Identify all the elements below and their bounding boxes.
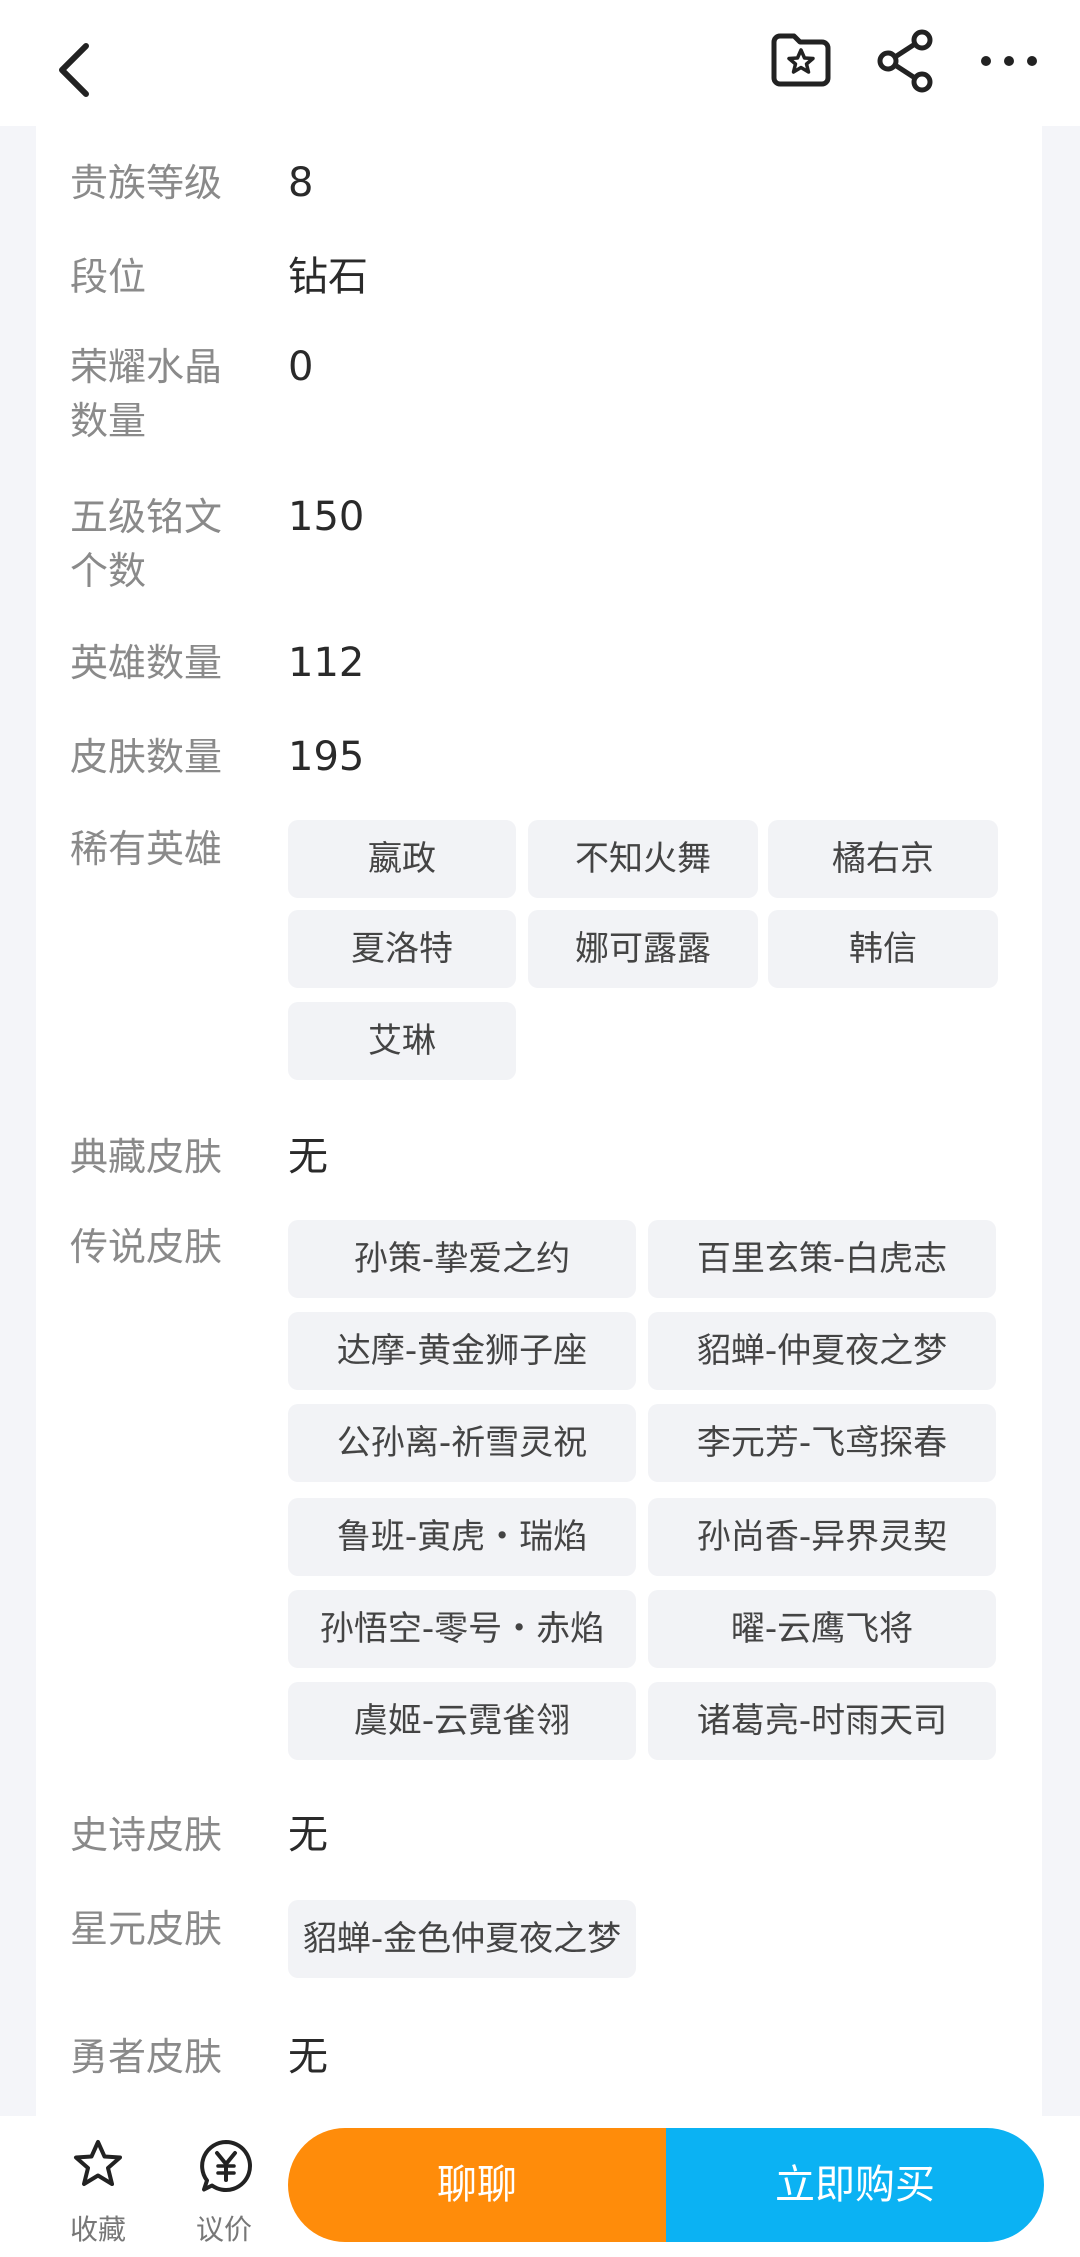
epic-skins-label: 史诗皮肤	[70, 1813, 223, 1857]
chat-button[interactable]: 聊聊	[288, 2128, 666, 2242]
epic-skins-value: 无	[288, 1812, 328, 1858]
share-button[interactable]	[866, 22, 944, 100]
legend-skin-tag: 孙策-挚爱之约	[288, 1220, 636, 1298]
star-skins-label: 星元皮肤	[70, 1907, 223, 1951]
legend-skin-tag: 孙尚香-异界灵契	[648, 1498, 996, 1576]
back-button[interactable]	[46, 34, 106, 104]
rare-hero-tag: 夏洛特	[288, 910, 516, 988]
glory-crystal-label-line2: 数量	[70, 399, 147, 443]
rank-label: 段位	[70, 255, 147, 299]
brave-skins-label: 勇者皮肤	[70, 2035, 223, 2079]
inscription-label-line1: 五级铭文	[70, 495, 223, 539]
skin-count-label: 皮肤数量	[70, 735, 223, 779]
legend-skin-tag: 公孙离-祈雪灵祝	[288, 1404, 636, 1482]
hero-count-label: 英雄数量	[70, 641, 223, 685]
star-skin-tag: 貂蝉-金色仲夏夜之梦	[288, 1900, 636, 1978]
hero-count-value: 112	[288, 640, 365, 686]
noble-level-label: 贵族等级	[70, 161, 223, 205]
legend-skins-label: 传说皮肤	[70, 1225, 223, 1269]
rare-hero-tag: 艾琳	[288, 1002, 516, 1080]
rare-heroes-label: 稀有英雄	[70, 827, 223, 871]
buy-now-button[interactable]: 立即购买	[666, 2128, 1044, 2242]
inscription-value: 150	[288, 494, 365, 540]
legend-skin-tag: 李元芳-飞鸢探春	[648, 1404, 996, 1482]
collection-skins-label: 典藏皮肤	[70, 1135, 223, 1179]
more-button[interactable]	[970, 22, 1048, 100]
collection-skins-value: 无	[288, 1134, 328, 1180]
legend-skin-tag: 鲁班-寅虎・瑞焰	[288, 1498, 636, 1576]
legend-skin-tag: 百里玄策-白虎志	[648, 1220, 996, 1298]
legend-skin-tag: 达摩-黄金狮子座	[288, 1312, 636, 1390]
rank-value: 钻石	[288, 254, 368, 300]
rare-hero-tag: 嬴政	[288, 820, 516, 898]
favorite-button[interactable]: 收藏	[48, 2116, 148, 2257]
glory-crystal-value: 0	[288, 344, 314, 390]
glory-crystal-label-line1: 荣耀水晶	[70, 345, 223, 389]
bargain-button[interactable]: 议价	[174, 2116, 274, 2257]
brave-skins-value: 无	[288, 2034, 328, 2080]
star-icon	[74, 2140, 122, 2186]
top-nav-bar	[0, 0, 1080, 126]
rare-hero-tag: 橘右京	[768, 820, 998, 898]
legend-skin-tag: 曜-云鹰飞将	[648, 1590, 996, 1668]
noble-level-value: 8	[288, 160, 314, 206]
rare-hero-tag: 韩信	[768, 910, 998, 988]
legend-skin-tag: 貂蝉-仲夏夜之梦	[648, 1312, 996, 1390]
favorite-folder-button[interactable]	[762, 22, 840, 100]
favorite-label: 收藏	[69, 2213, 126, 2246]
rare-hero-tag: 不知火舞	[528, 820, 758, 898]
inscription-label-line2: 个数	[70, 549, 147, 593]
account-detail-card: 贵族等级 8 段位 钻石 荣耀水晶 数量 0 五级铭文 个数 150 英雄数量 …	[36, 126, 1042, 2116]
legend-skin-tag: 诸葛亮-时雨天司	[648, 1682, 996, 1760]
share-icon	[877, 29, 933, 93]
bargain-label: 议价	[195, 2213, 252, 2246]
yen-bubble-icon	[200, 2140, 252, 2192]
legend-skin-tag: 虞姬-云霓雀翎	[288, 1682, 636, 1760]
more-dots-icon	[981, 56, 1037, 66]
rare-hero-tag: 娜可露露	[528, 910, 758, 988]
bottom-action-bar: 收藏 议价 聊聊 立即购买	[0, 2116, 1080, 2257]
folder-star-icon	[771, 33, 831, 87]
chevron-left-icon	[59, 43, 89, 97]
skin-count-value: 195	[288, 734, 365, 780]
legend-skin-tag: 孙悟空-零号・赤焰	[288, 1590, 636, 1668]
